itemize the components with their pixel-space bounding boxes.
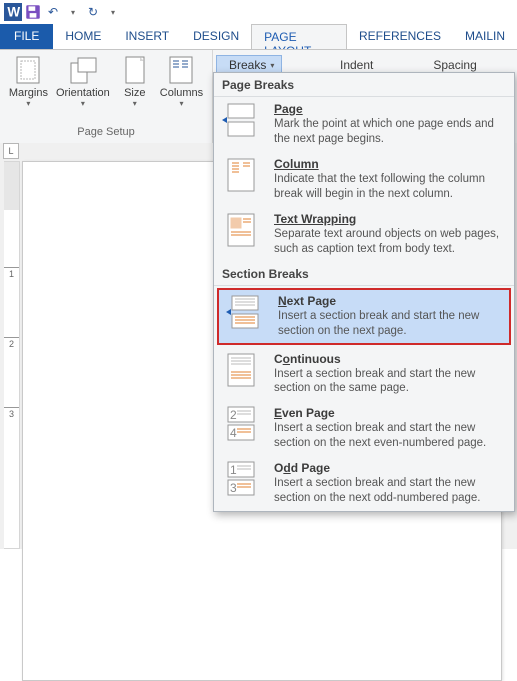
chevron-down-icon: ▾	[133, 99, 137, 108]
columns-label: Columns	[160, 87, 203, 99]
margins-label: Margins	[9, 87, 48, 99]
break-even-page-title: Even Page	[274, 406, 506, 420]
odd-page-icon: 13	[222, 461, 262, 497]
break-page-desc: Mark the point at which one page ends an…	[274, 117, 506, 147]
quick-access-toolbar: W ↶ ▾ ↻ ▾	[0, 0, 517, 24]
tab-mailings[interactable]: MAILIN	[453, 24, 517, 49]
break-even-page[interactable]: 24 Even PageInsert a section break and s…	[214, 401, 514, 456]
columns-button[interactable]: Columns ▾	[156, 53, 207, 110]
tab-file[interactable]: FILE	[0, 24, 53, 49]
ribbon-tabs: FILE HOME INSERT DESIGN PAGE LAYOUT REFE…	[0, 24, 517, 49]
break-odd-page-title: Odd Page	[274, 461, 506, 475]
break-continuous-desc: Insert a section break and start the new…	[274, 367, 506, 397]
break-column[interactable]: ColumnIndicate that the text following t…	[214, 152, 514, 207]
tab-references[interactable]: REFERENCES	[347, 24, 453, 49]
break-odd-page-desc: Insert a section break and start the new…	[274, 476, 506, 506]
page-break-icon	[222, 102, 262, 138]
break-text-wrapping[interactable]: Text WrappingSeparate text around object…	[214, 207, 514, 262]
tab-page-layout[interactable]: PAGE LAYOUT	[251, 24, 347, 49]
section-breaks-header: Section Breaks	[214, 262, 514, 286]
spacing-label: Spacing	[433, 58, 476, 72]
break-continuous-title: Continuous	[274, 352, 506, 366]
break-page-title: Page	[274, 102, 303, 116]
breaks-dropdown: Page Breaks PageMark the point at which …	[213, 72, 515, 512]
break-page[interactable]: PageMark the point at which one page end…	[214, 97, 514, 152]
break-column-title: Column	[274, 157, 319, 171]
save-icon[interactable]	[24, 3, 42, 21]
svg-text:3: 3	[230, 481, 237, 495]
size-label: Size	[124, 87, 145, 99]
text-wrapping-icon	[222, 212, 262, 248]
break-continuous[interactable]: ContinuousInsert a section break and sta…	[214, 347, 514, 402]
break-column-desc: Indicate that the text following the col…	[274, 172, 506, 202]
ruler-tick: 2	[4, 337, 19, 351]
svg-text:W: W	[7, 5, 20, 20]
column-break-icon	[222, 157, 262, 193]
tab-home[interactable]: HOME	[53, 24, 113, 49]
ruler-tick: 1	[4, 267, 19, 281]
break-even-page-desc: Insert a section break and start the new…	[274, 421, 506, 451]
size-button[interactable]: Size ▾	[114, 53, 156, 110]
indent-label: Indent	[340, 58, 373, 72]
margins-button[interactable]: Margins ▾	[5, 53, 52, 110]
size-icon	[123, 55, 147, 85]
chevron-down-icon: ▾	[81, 99, 85, 108]
orientation-icon	[68, 55, 98, 85]
chevron-down-icon: ▾	[270, 61, 274, 70]
ruler-tick: 3	[4, 407, 19, 421]
chevron-down-icon: ▾	[26, 99, 30, 108]
orientation-button[interactable]: Orientation ▾	[52, 53, 114, 110]
even-page-icon: 24	[222, 406, 262, 442]
break-next-page-desc: Insert a section break and start the new…	[278, 309, 502, 339]
break-text-wrapping-desc: Separate text around objects on web page…	[274, 227, 506, 257]
break-odd-page[interactable]: 13 Odd PageInsert a section break and st…	[214, 456, 514, 511]
breaks-label: Breaks	[229, 58, 266, 72]
page-breaks-header: Page Breaks	[214, 73, 514, 97]
tab-design[interactable]: DESIGN	[181, 24, 251, 49]
word-icon: W	[4, 3, 22, 21]
ruler-corner[interactable]: L	[3, 143, 19, 159]
tab-insert[interactable]: INSERT	[113, 24, 181, 49]
svg-text:2: 2	[230, 408, 237, 422]
redo-icon[interactable]: ↻	[84, 3, 102, 21]
break-text-wrapping-title: Text Wrapping	[274, 212, 356, 226]
undo-more-icon[interactable]: ▾	[64, 3, 82, 21]
columns-icon	[168, 55, 194, 85]
page-setup-group: Margins ▾ Orientation ▾ Size ▾ Columns ▾…	[0, 50, 213, 143]
svg-text:4: 4	[230, 426, 237, 440]
page-setup-group-label: Page Setup	[77, 126, 135, 140]
undo-icon[interactable]: ↶	[44, 3, 62, 21]
svg-text:1: 1	[230, 463, 237, 477]
customize-qat-icon[interactable]: ▾	[104, 3, 122, 21]
continuous-icon	[222, 352, 262, 388]
vertical-ruler[interactable]: 1 2 3	[4, 161, 20, 549]
break-next-page[interactable]: NNext Pageext PageInsert a section break…	[217, 288, 511, 345]
chevron-down-icon: ▾	[179, 99, 183, 108]
next-page-icon	[226, 294, 266, 330]
orientation-label: Orientation	[56, 87, 110, 99]
margins-icon	[15, 55, 41, 85]
